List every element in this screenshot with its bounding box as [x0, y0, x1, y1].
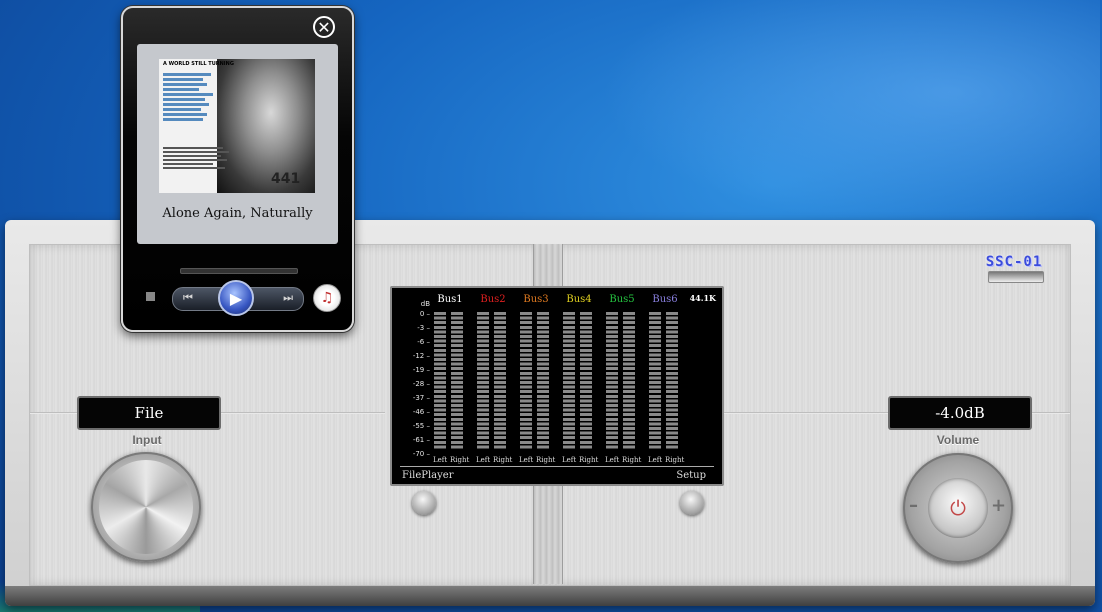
right-channel-meter — [623, 312, 635, 450]
volume-label: Volume — [936, 433, 980, 447]
bus-name: Bus5 — [609, 294, 635, 305]
db-tick: -6 – — [417, 338, 430, 346]
input-display[interactable]: File — [77, 396, 221, 430]
db-tick: -19 – — [412, 366, 430, 374]
db-unit-label: dB — [420, 300, 430, 308]
db-tick: -12 – — [412, 352, 430, 360]
album-cover: A WORLD STILL TURNING 441 — [159, 59, 315, 193]
right-channel-label: Right — [579, 456, 599, 464]
bottom-rail — [5, 586, 1095, 606]
album-cover-tracklist — [163, 71, 219, 123]
db-tick: -46 – — [412, 408, 430, 416]
right-channel-meter — [666, 312, 678, 450]
right-channel-meter — [494, 312, 506, 450]
now-playing-title: Alone Again, Naturally — [162, 206, 313, 221]
meter-separator — [400, 466, 714, 467]
volume-display[interactable]: -4.0dB — [888, 396, 1032, 430]
file-player-popup: ✕ A WORLD STILL TURNING 441 Alone Again,… — [121, 6, 354, 332]
setup-label: Setup — [676, 470, 706, 481]
album-cover-credits — [163, 145, 233, 171]
left-channel-label: Left — [433, 456, 448, 464]
right-channel-meter — [451, 312, 463, 450]
stop-icon[interactable] — [146, 292, 155, 301]
level-meter-display: 44.1K dB 0 – -3 – -6 – -12 – -19 – -28 – -37 –… — [390, 286, 724, 486]
left-channel-meter — [649, 312, 661, 450]
left-channel-meter — [563, 312, 575, 450]
volume-knob[interactable]: – + ⏻ — [903, 453, 1013, 563]
playback-progress[interactable] — [180, 268, 298, 274]
left-channel-label: Left — [476, 456, 491, 464]
fileplayer-button[interactable] — [412, 491, 436, 515]
album-cover-title: A WORLD STILL TURNING — [163, 61, 234, 67]
left-channel-label: Left — [648, 456, 663, 464]
desktop-glow — [600, 0, 1100, 230]
input-knob[interactable] — [91, 452, 201, 562]
setup-button[interactable] — [680, 491, 704, 515]
left-channel-meter — [606, 312, 618, 450]
right-channel-label: Right — [622, 456, 642, 464]
db-tick: 0 – — [419, 310, 430, 318]
power-button[interactable]: ⏻ — [928, 478, 988, 538]
bus-name: Bus2 — [480, 294, 506, 305]
left-channel-label: Left — [519, 456, 534, 464]
next-icon[interactable]: ⏭ — [283, 291, 293, 305]
right-channel-meter — [580, 312, 592, 450]
close-icon[interactable]: ✕ — [313, 16, 335, 38]
right-channel-label: Right — [493, 456, 513, 464]
brand-slot — [988, 271, 1044, 283]
play-icon[interactable]: ▶ — [218, 280, 254, 316]
bus-name: Bus1 — [437, 294, 463, 305]
db-tick: -61 – — [412, 436, 430, 444]
bus-name: Bus3 — [523, 294, 549, 305]
db-tick: -37 – — [412, 394, 430, 402]
right-channel-label: Right — [450, 456, 470, 464]
db-tick: -3 – — [417, 324, 430, 332]
previous-icon[interactable]: ⏮ — [183, 291, 193, 305]
db-tick: -70 – — [412, 450, 430, 458]
right-channel-label: Right — [536, 456, 556, 464]
sample-rate: 44.1K — [689, 293, 716, 303]
left-channel-label: Left — [562, 456, 577, 464]
volume-plus-icon[interactable]: + — [991, 495, 1006, 516]
album-cover-number: 441 — [271, 171, 301, 187]
right-channel-label: Right — [665, 456, 685, 464]
left-channel-meter — [520, 312, 532, 450]
power-icon: ⏻ — [950, 496, 966, 520]
bus-name: Bus4 — [566, 294, 592, 305]
bus-name: Bus6 — [652, 294, 678, 305]
input-label: Input — [132, 433, 162, 447]
fileplayer-label: FilePlayer — [402, 470, 454, 481]
left-channel-meter — [434, 312, 446, 450]
db-tick: -28 – — [412, 380, 430, 388]
right-channel-meter — [537, 312, 549, 450]
volume-minus-icon[interactable]: – — [909, 495, 918, 516]
left-channel-meter — [477, 312, 489, 450]
brand-logo: SSC-01 — [985, 254, 1043, 270]
album-cover-photo — [217, 59, 315, 193]
db-tick: -55 – — [412, 422, 430, 430]
now-playing-panel: A WORLD STILL TURNING 441 Alone Again, N… — [137, 44, 338, 244]
music-library-icon[interactable]: ♫ — [313, 284, 341, 312]
left-channel-label: Left — [605, 456, 620, 464]
